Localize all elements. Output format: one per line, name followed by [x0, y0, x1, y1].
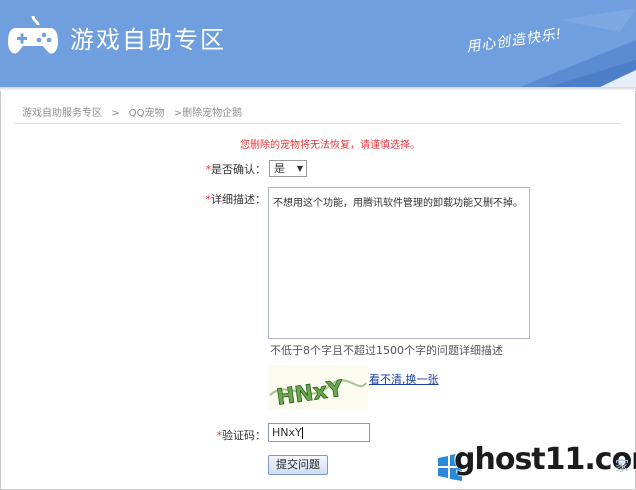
header-shadow: [0, 87, 636, 91]
description-label-text: 详细描述：: [211, 193, 266, 206]
dropdown-arrow-icon: ▼: [296, 164, 303, 173]
submit-button[interactable]: 提交问题: [268, 455, 328, 475]
description-label: *详细描述：: [196, 191, 267, 207]
breadcrumb-divider: [14, 123, 622, 124]
confirm-label-text: 是否确认：: [211, 163, 266, 176]
breadcrumb-separator: >: [111, 108, 120, 119]
confirm-select-value: 是: [274, 162, 285, 175]
confirm-label: *是否确认：: [196, 161, 267, 177]
watermark-text: ghost11.com: [454, 442, 636, 477]
gamepad-icon: [8, 15, 58, 54]
description-textarea[interactable]: 不想用这个功能，用腾讯软件管理的卸载功能又删不掉。: [268, 187, 530, 339]
breadcrumb-home[interactable]: 游戏自助服务专区: [22, 108, 102, 119]
captcha-label-text: 验证码：: [222, 429, 266, 442]
refresh-captcha-link[interactable]: 看不清,换一张: [369, 371, 439, 387]
watermark-suffix: 家: [615, 459, 629, 475]
captcha-input-value: HNxY: [272, 426, 302, 439]
breadcrumb-qq-pet[interactable]: QQ宠物: [129, 108, 165, 119]
site-title: 游戏自助专区: [70, 26, 226, 54]
text-caret: [301, 427, 303, 439]
page-header: 游戏自助专区 用心创造快乐!: [0, 0, 636, 87]
confirm-select[interactable]: 是 ▼: [269, 160, 307, 177]
captcha-image: HNxY: [268, 365, 368, 410]
captcha-label: *验证码：: [196, 427, 267, 443]
delete-warning: 您删除的宠物将无法恢复，请谨慎选择。: [240, 140, 420, 151]
breadcrumb-current: >删除宠物企鹅: [173, 108, 243, 119]
breadcrumb: 游戏自助服务专区 > QQ宠物 >删除宠物企鹅: [22, 104, 248, 119]
description-hint: 不低于8个字且不超过1500个字的问题详细描述: [270, 344, 503, 357]
captcha-input[interactable]: HNxY: [268, 423, 370, 442]
